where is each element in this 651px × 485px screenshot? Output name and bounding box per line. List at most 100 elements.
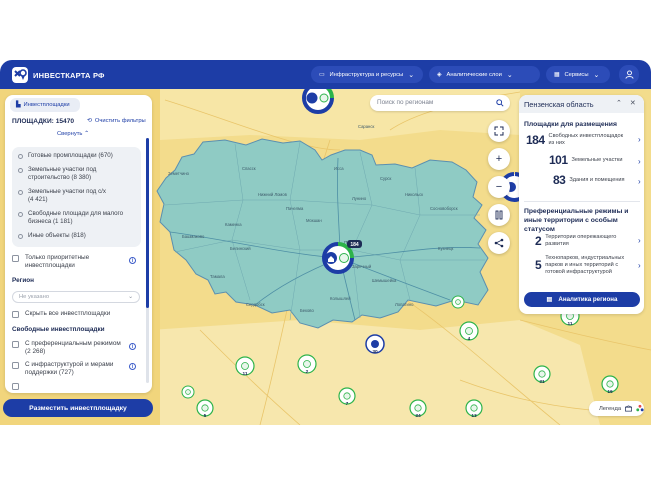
stat-land[interactable]: 101 Земельные участки <box>549 153 623 167</box>
region-select[interactable]: Не указано ⌄ <box>12 291 140 303</box>
city-spassk: Спасск <box>242 166 256 171</box>
region-title: Пензенская область <box>524 100 594 109</box>
menu-infrastructure-button[interactable]: ▭ Инфраструктура и ресурсы ⌄ <box>311 66 423 83</box>
chevron-up-icon[interactable]: ⌃ <box>616 99 622 107</box>
ruler-button[interactable] <box>488 204 510 226</box>
stat-technoparks-number: 5 <box>535 258 542 272</box>
hide-all-checkbox[interactable] <box>12 311 19 318</box>
priority-checkbox-row[interactable]: Только приоритетные инвестплощадки <box>12 254 89 270</box>
cluster-top[interactable] <box>302 89 334 114</box>
info-icon[interactable]: i <box>129 343 136 350</box>
more-checkbox[interactable] <box>12 383 19 390</box>
collapse-button[interactable]: Свернуть ⌃ <box>57 131 89 137</box>
chevron-right-icon[interactable]: › <box>638 135 641 144</box>
logo[interactable]: ИНВЕСТКАРТА РФ <box>12 66 105 84</box>
place-site-button[interactable]: Разместить инвестплощадку <box>3 399 153 417</box>
city-serdobsk: Сердобск <box>246 302 265 307</box>
logo-text: ИНВЕСТКАРТА РФ <box>33 70 105 80</box>
priority-checkbox[interactable] <box>12 255 19 262</box>
tab-investment-sites-label: Инвестплощадки <box>23 102 70 108</box>
cluster-count: 30 <box>372 349 378 355</box>
cluster-count: 2 <box>306 369 309 375</box>
collapse-label: Свернуть <box>57 131 83 137</box>
stat-tor[interactable]: 2 Территории опережающего развития <box>535 234 616 248</box>
stat-technoparks[interactable]: 5 Технопарков, индустриальных парков и ин… <box>535 255 624 276</box>
infrastructure-checkbox-row[interactable]: С инфраструктурой и мерами поддержки (727… <box>12 361 113 377</box>
zoom-in-button[interactable]: + <box>488 148 510 170</box>
clear-filters-button[interactable]: ⟲ Очистить фильтры <box>87 118 146 124</box>
cluster-count: 31 <box>539 379 545 385</box>
menu-analytics-button[interactable]: ◈ Аналитические слои ⌄ <box>429 66 540 83</box>
infrastructure-checkbox[interactable] <box>12 362 19 369</box>
stat-total[interactable]: 184 Свободных инвестплощадок из них <box>526 133 623 147</box>
chevron-right-icon[interactable]: › <box>638 177 641 186</box>
preferential-checkbox[interactable] <box>12 341 19 348</box>
radio-button[interactable] <box>18 190 23 195</box>
site-type-option[interactable]: Земельные участки под строительство (8 38… <box>18 166 96 182</box>
city-sosnovoborsk: Сосновоборск <box>430 206 458 211</box>
info-icon[interactable]: i <box>129 257 136 264</box>
chevron-right-icon[interactable]: › <box>638 236 641 245</box>
filter-panel: ▙ Инвестплощадки ПЛОЩАДКИ: 15470 ⟲ Очист… <box>5 95 152 393</box>
site-type-option[interactable]: Земельные участки под с/х (4 421) <box>18 188 106 204</box>
radio-button[interactable] <box>18 154 23 159</box>
radio-button[interactable] <box>18 168 23 173</box>
chevron-right-icon[interactable]: › <box>638 157 641 166</box>
site-type-label: Иные объекты (818) <box>28 232 86 239</box>
profile-button[interactable] <box>619 65 639 84</box>
stat-technoparks-label: Технопарков, индустриальных парков и иных… <box>545 255 625 275</box>
cluster-main-count: 184 <box>350 242 359 248</box>
zoom-out-button[interactable]: − <box>488 176 510 198</box>
free-sites-title: Свободные инвестплощадки <box>12 326 105 333</box>
stat-total-number: 184 <box>526 132 545 147</box>
cluster-count: 5 <box>204 413 207 419</box>
place-site-label: Разместить инвестплощадку <box>29 404 127 412</box>
close-icon[interactable]: ✕ <box>630 99 636 107</box>
city-issa: Исса <box>334 166 344 171</box>
region-search-input[interactable]: Поиск по регионам <box>370 95 510 111</box>
stat-land-number: 101 <box>549 153 568 167</box>
site-type-option[interactable]: Иные объекты (818) <box>18 232 86 240</box>
minus-icon: − <box>495 181 503 193</box>
city-nizhny-lomov: Нижний Ломов <box>258 192 288 197</box>
info-icon[interactable]: i <box>129 363 136 370</box>
fullscreen-button[interactable] <box>488 120 510 142</box>
share-button[interactable] <box>488 232 510 254</box>
city-zarechny: Заречный <box>352 264 372 269</box>
menu-services-button[interactable]: ▦ Сервисы ⌄ <box>546 66 610 83</box>
cluster-count: 11 <box>242 371 247 377</box>
legend-button[interactable]: Легенда <box>589 401 644 416</box>
cluster-count: 34 <box>415 413 421 419</box>
user-icon <box>624 70 634 79</box>
city-shemysheyka: Шемышейка <box>372 278 397 283</box>
menu-infrastructure-label: Инфраструктура и ресурсы <box>329 71 404 78</box>
chevron-right-icon[interactable]: › <box>638 261 641 270</box>
tab-investment-sites[interactable]: ▙ Инвестплощадки <box>10 98 80 112</box>
cluster-count: 7 <box>346 401 349 407</box>
site-type-label: Земельные участки под строительство (8 38… <box>28 166 97 181</box>
grid-icon: ▦ <box>554 71 560 78</box>
stat-buildings-label: Здания и помещения <box>569 177 625 183</box>
stat-buildings-number: 83 <box>553 173 566 187</box>
cluster-green-small <box>451 295 465 309</box>
region-analytics-button[interactable]: ▤ Аналитика региона <box>524 292 640 307</box>
chevron-down-icon: ⌄ <box>128 294 133 300</box>
site-type-option[interactable]: Свободные площади для малого бизнеса (1 1… <box>18 210 123 226</box>
screen: Саранск Пенза Кузнецк Заречный Сердобск … <box>0 0 651 485</box>
more-checkbox-row[interactable] <box>12 382 19 390</box>
menu-services-label: Сервисы <box>564 71 589 78</box>
sites-count: ПЛОЩАДКИ: 15470 <box>12 118 75 125</box>
region-panel-controls: ⌃ ✕ <box>616 99 636 107</box>
search-icon[interactable] <box>496 99 504 107</box>
radio-button[interactable] <box>18 234 23 239</box>
infrastructure-label: С инфраструктурой и мерами поддержки (727… <box>25 361 114 376</box>
chevron-down-icon: ⌄ <box>506 71 513 79</box>
stat-buildings[interactable]: 83 Здания и помещения <box>553 173 625 187</box>
preferential-checkbox-row[interactable]: С преференциальным режимом (2 268) <box>12 340 121 356</box>
hide-all-checkbox-row[interactable]: Скрыть все инвестплощадки <box>12 310 110 318</box>
cluster-count: 4 <box>468 336 471 342</box>
preferential-label: С преференциальным режимом (2 268) <box>25 340 121 355</box>
site-type-option[interactable]: Готовые промплощадки (670) <box>18 152 113 160</box>
radio-button[interactable] <box>18 212 23 217</box>
scrollbar-thumb[interactable] <box>146 138 149 308</box>
